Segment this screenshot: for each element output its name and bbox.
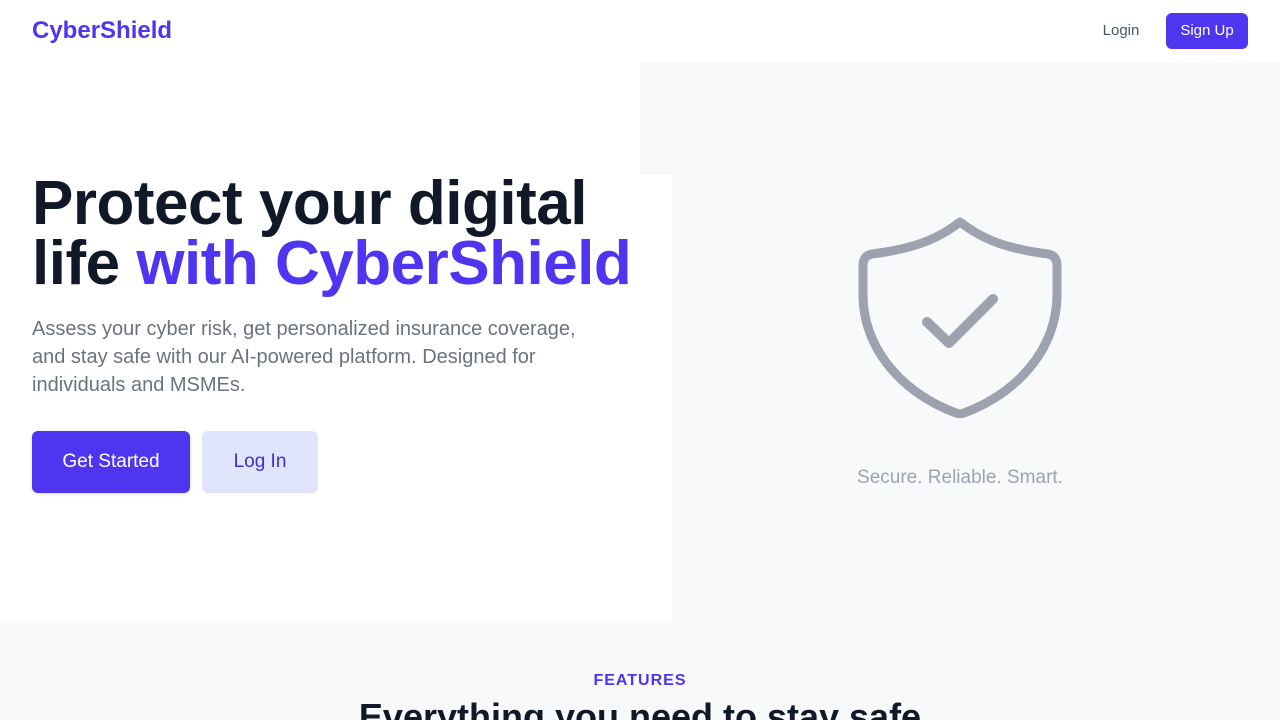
top-navbar: CyberShield Login Sign Up	[0, 0, 1280, 63]
features-eyebrow: FEATURES	[593, 672, 687, 689]
nav-login-link[interactable]: Login	[1092, 13, 1150, 49]
shield-check-icon	[858, 217, 1062, 419]
brand-logo[interactable]: CyberShield	[32, 16, 172, 46]
hero-title: Protect your digital life with CyberShie…	[32, 173, 652, 295]
features-section: FEATURES Everything you need to stay saf…	[0, 621, 1280, 720]
hero-tagline: Secure. Reliable. Smart.	[857, 467, 1063, 488]
hero-subtitle: Assess your cyber risk, get personalized…	[32, 318, 576, 396]
hero-login-button[interactable]: Log In	[202, 431, 318, 493]
nav-signup-button[interactable]: Sign Up	[1166, 13, 1248, 49]
hero-title-accent: with CyberShield	[136, 229, 632, 298]
get-started-button[interactable]: Get Started	[32, 431, 190, 493]
features-heading: Everything you need to stay safe	[358, 696, 922, 720]
